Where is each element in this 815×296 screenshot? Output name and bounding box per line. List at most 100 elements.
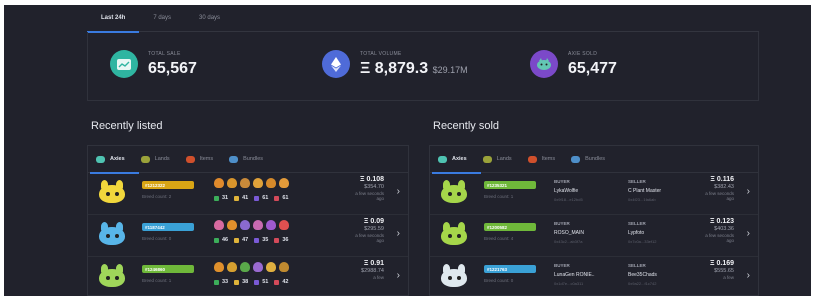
tab-axies[interactable]: Axies <box>432 146 481 174</box>
price-eth: Ξ 0.116 <box>710 176 734 183</box>
tab-axies[interactable]: Axies <box>90 146 139 174</box>
body-parts <box>214 220 289 230</box>
part-icon <box>240 178 250 188</box>
part-icon <box>279 178 289 188</box>
seller-name[interactable]: C Plant Master <box>628 188 661 194</box>
body-parts <box>214 178 289 188</box>
price-eth: Ξ 0.09 <box>363 218 384 225</box>
recently-sold-title: Recently sold <box>433 120 500 132</box>
part-icon <box>214 178 224 188</box>
stat-health: 31 <box>222 195 229 201</box>
tab-bundles[interactable]: Bundles <box>229 146 263 173</box>
listing-row[interactable]: #1246860 Breed count: 1 33 38 51 42 Ξ 0.… <box>88 257 408 296</box>
tab-last-24h[interactable]: Last 24h <box>87 5 140 33</box>
stat-label: TOTAL SALE <box>148 50 181 57</box>
skill-icon <box>254 195 260 201</box>
chevron-right-icon[interactable]: › <box>397 228 400 239</box>
buyer-name[interactable]: LykaWolfie <box>554 188 583 194</box>
buyer: BUYER LykaWolfie 0x9f18...e12bd5 <box>554 179 583 202</box>
part-icon <box>279 262 289 272</box>
breed-count: Breed count: 1 <box>142 278 172 283</box>
buyer: BUYER ROSO_MAIN 0x43c2...ab3f7a <box>554 221 584 244</box>
axie-id-badge: #1187442 <box>142 223 194 231</box>
seller: SELLER Bee35Chads 0x9a22...f1c742 <box>628 263 657 286</box>
stat-label: AXIE SOLD <box>568 50 598 57</box>
part-icon <box>240 220 250 230</box>
part-icon <box>253 262 263 272</box>
stat-volume-eth: Ξ 8,879.3 <box>360 59 429 77</box>
chevron-right-icon[interactable]: › <box>397 270 400 281</box>
listing-row[interactable]: #1187442 Breed count: 0 46 47 35 36 Ξ 0.… <box>88 215 408 257</box>
bundle-icon <box>229 155 239 163</box>
listing-row[interactable]: #1212322 Breed count: 2 31 41 61 61 Ξ 0.… <box>88 173 408 215</box>
axie-id-badge: #1212322 <box>142 181 194 189</box>
body-parts <box>214 262 289 272</box>
chevron-right-icon[interactable]: › <box>747 270 750 281</box>
buyer-name[interactable]: LunaGen RONIE.. <box>554 272 595 278</box>
ethereum-icon <box>322 50 350 78</box>
sale-row[interactable]: #1235321 Breed count: 1 BUYER LykaWolfie… <box>430 173 758 215</box>
speed-icon <box>234 279 240 285</box>
axie-avatar <box>96 179 128 205</box>
chevron-right-icon[interactable]: › <box>747 228 750 239</box>
stat-volume-usd: $29.17M <box>432 64 468 75</box>
stat-skill: 51 <box>262 279 269 285</box>
axie-avatar <box>96 221 128 247</box>
tab-30-days[interactable]: 30 days <box>185 5 234 32</box>
tab-items[interactable]: Items <box>527 146 556 173</box>
price-usd: $354.70 <box>364 184 384 190</box>
tab-bundles[interactable]: Bundles <box>571 146 605 173</box>
tab-lands[interactable]: Lands <box>482 146 512 173</box>
axie-avatar <box>438 179 470 205</box>
listed-category-tabs: Axies Lands Items Bundles <box>88 146 408 174</box>
seller: SELLER Lypfoto 0x7c0a...33ef12 <box>628 221 656 244</box>
stat-health: 46 <box>222 237 229 243</box>
part-icon <box>227 220 237 230</box>
axie-icon <box>438 155 447 163</box>
sale-row[interactable]: #1221763 Breed count: 0 BUYER LunaGen RO… <box>430 257 758 296</box>
stat-value: 65,477 <box>568 59 617 77</box>
seller-address: 0x4f23...1fa6ab <box>628 197 656 202</box>
sold-category-tabs: Axies Lands Items Bundles <box>430 146 758 174</box>
stat-value: 65,567 <box>148 59 197 77</box>
seller-name[interactable]: Bee35Chads <box>628 272 657 278</box>
part-icon <box>240 262 250 272</box>
price: Ξ 0.09 $295.59 a few seconds ago <box>348 218 384 243</box>
sold-time: a few <box>723 275 734 280</box>
buyer-address: 0x9f18...e12bd5 <box>554 197 583 202</box>
tab-items[interactable]: Items <box>185 146 214 173</box>
listed-time: a few seconds ago <box>355 191 384 201</box>
morale-icon <box>274 237 280 243</box>
health-icon <box>214 237 219 243</box>
period-tabs: Last 24h 7 days 30 days <box>87 5 759 33</box>
tab-label: Items <box>541 156 556 162</box>
recently-listed-panel: Axies Lands Items Bundles #1212322 Breed… <box>87 145 409 296</box>
stat-speed: 41 <box>242 195 249 201</box>
recently-listed-title: Recently listed <box>91 120 163 132</box>
seller-name[interactable]: Lypfoto <box>628 230 656 236</box>
morale-icon <box>274 195 280 201</box>
dashboard: Last 24h 7 days 30 days TOTAL SALE 65,56… <box>87 5 759 296</box>
stat-skill: 61 <box>262 195 269 201</box>
tab-label: Items <box>199 156 214 162</box>
seller: SELLER C Plant Master 0x4f23...1fa6ab <box>628 179 661 202</box>
sale-row[interactable]: #1200582 Breed count: 4 BUYER ROSO_MAIN … <box>430 215 758 257</box>
stat-axie-sold: AXIE SOLD 65,477 <box>530 50 617 78</box>
part-icon <box>266 262 276 272</box>
breed-count: Breed count: 0 <box>142 236 172 241</box>
breed-count: Breed count: 2 <box>142 194 172 199</box>
stat-morale: 61 <box>282 195 289 201</box>
axie-avatar <box>438 263 470 289</box>
bundle-icon <box>571 155 581 163</box>
buyer-name[interactable]: ROSO_MAIN <box>554 230 584 236</box>
buyer-label: BUYER <box>554 179 570 184</box>
axie-id-badge: #1246860 <box>142 265 194 273</box>
part-icon <box>266 178 276 188</box>
axie-icon <box>530 50 558 78</box>
tab-7-days[interactable]: 7 days <box>139 5 185 32</box>
chevron-right-icon[interactable]: › <box>397 186 400 197</box>
tab-lands[interactable]: Lands <box>140 146 170 173</box>
chevron-right-icon[interactable]: › <box>747 186 750 197</box>
part-icon <box>266 220 276 230</box>
item-icon <box>527 155 537 163</box>
